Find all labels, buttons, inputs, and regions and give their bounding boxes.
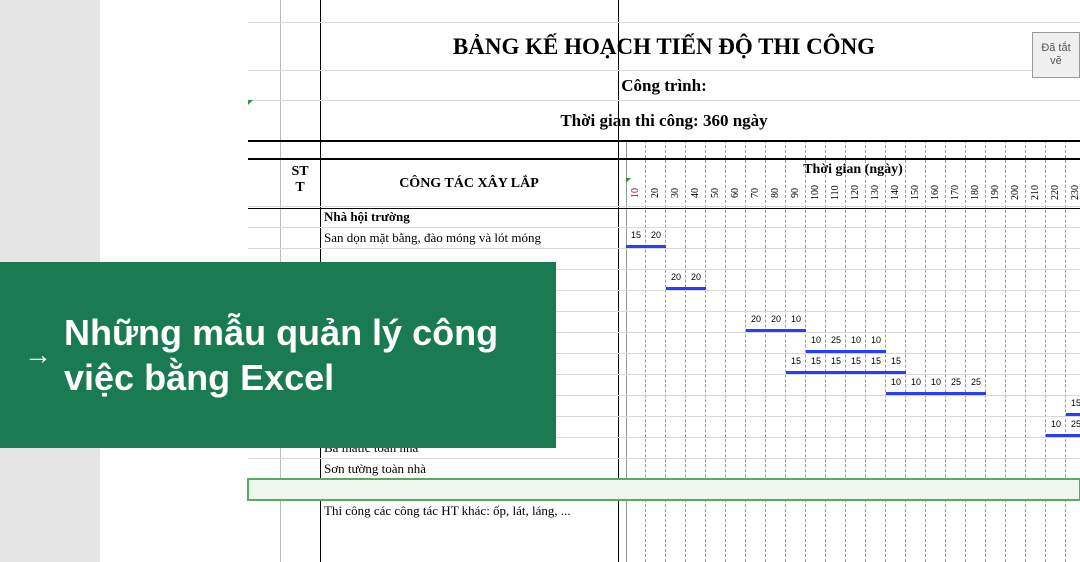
- table-row[interactable]: Nhà hội trường: [248, 206, 1080, 227]
- cell-marker-icon: [248, 100, 253, 105]
- duration-label: 25: [1066, 419, 1080, 429]
- duration-label: 10: [846, 335, 866, 345]
- time-tick: 170: [946, 180, 966, 206]
- duration-label: 15: [826, 356, 846, 366]
- duration-label: 20: [666, 272, 686, 282]
- table-row[interactable]: San dọn mặt bằng, đào móng và lót móng 15…: [248, 227, 1080, 248]
- time-tick: 20: [646, 180, 666, 206]
- duration-label: 20: [766, 314, 786, 324]
- table-row[interactable]: Thi công các công tác HT khác: ốp, lát, …: [248, 500, 1080, 521]
- time-tick: 80: [766, 180, 786, 206]
- time-tick: 70: [746, 180, 766, 206]
- duration-label: 10: [926, 377, 946, 387]
- time-tick: 100: [806, 180, 826, 206]
- arrow-right-icon: →: [24, 339, 52, 371]
- stage: 12345678910111213141516171819202122 BẢNG…: [0, 0, 1080, 562]
- task-name: San dọn mặt bằng, đào móng và lót móng: [324, 230, 616, 246]
- header-time-text: Thời gian (ngày): [803, 162, 903, 177]
- duration-label: 10: [1046, 419, 1066, 429]
- time-tick: 140: [886, 180, 906, 206]
- title-project-text: Công trình:: [621, 76, 706, 95]
- duration-label: 10: [866, 335, 886, 345]
- time-tick: 220: [1046, 180, 1066, 206]
- time-tick: 210: [1026, 180, 1046, 206]
- header-stt: ST T: [280, 164, 320, 208]
- duration-label: 15: [1066, 398, 1080, 408]
- rule-under-titles: [248, 140, 1080, 142]
- overlay-text: Những mẫu quản lý công việc bằng Excel: [64, 310, 556, 400]
- table-header-band: ST T CÔNG TÁC XÂY LẮP Thời gian (ngày) 1…: [248, 158, 1080, 209]
- time-tick: 150: [906, 180, 926, 206]
- time-tick: 40: [686, 180, 706, 206]
- toggle-draw-label: Đã tắt vẽ: [1041, 42, 1070, 68]
- time-tick: 50: [706, 180, 726, 206]
- time-tick: 30: [666, 180, 686, 206]
- time-tick: 190: [986, 180, 1006, 206]
- duration-label: 20: [746, 314, 766, 324]
- table-row[interactable]: Sơn tường toàn nhà55: [248, 458, 1080, 479]
- duration-label: 25: [946, 377, 966, 387]
- header-stt-text: ST T: [291, 164, 308, 195]
- duration-label: 10: [786, 314, 806, 324]
- header-task: CÔNG TÁC XÂY LẮP: [320, 160, 618, 208]
- duration-label: 15: [866, 356, 886, 366]
- duration-label: 25: [826, 335, 846, 345]
- duration-label: 15: [626, 230, 646, 240]
- header-time: Thời gian (ngày): [626, 162, 1080, 178]
- time-tick: 180: [966, 180, 986, 206]
- duration-label: 10: [806, 335, 826, 345]
- duration-label: 15: [806, 356, 826, 366]
- duration-label: 15: [886, 356, 906, 366]
- duration-label: 20: [646, 230, 666, 240]
- title-project: Công trình:: [248, 70, 1080, 100]
- duration-label: 15: [786, 356, 806, 366]
- time-tick: 200: [1006, 180, 1026, 206]
- cell-marker-icon: [626, 178, 631, 183]
- duration-label: 15: [846, 356, 866, 366]
- time-tick: 160: [926, 180, 946, 206]
- title-duration-text: Thời gian thi công: 360 ngày: [560, 111, 767, 130]
- selected-row-highlight: [248, 479, 1080, 500]
- title-duration: Thời gian thi công: 360 ngày: [248, 100, 1080, 140]
- duration-label: 25: [966, 377, 986, 387]
- header-task-text: CÔNG TÁC XÂY LẮP: [399, 176, 539, 192]
- task-name: Thi công các công tác HT khác: ốp, lát, …: [324, 503, 616, 519]
- time-tick: 10: [626, 180, 646, 206]
- time-tick: 110: [826, 180, 846, 206]
- title-main: BẢNG KẾ HOẠCH TIẾN ĐỘ THI CÔNG: [248, 22, 1080, 70]
- task-name: Sơn tường toàn nhà: [324, 461, 616, 477]
- toggle-draw-button[interactable]: Đã tắt vẽ: [1032, 32, 1080, 78]
- title-main-text: BẢNG KẾ HOẠCH TIẾN ĐỘ THI CÔNG: [453, 34, 875, 59]
- time-tick: 120: [846, 180, 866, 206]
- duration-label: 20: [686, 272, 706, 282]
- overlay-banner: → Những mẫu quản lý công việc bằng Excel: [0, 262, 556, 448]
- time-tick: 130: [866, 180, 886, 206]
- time-tick: 60: [726, 180, 746, 206]
- time-tick: 230: [1066, 180, 1080, 206]
- time-tick: 90: [786, 180, 806, 206]
- task-name: Nhà hội trường: [324, 209, 616, 225]
- duration-label: 10: [906, 377, 926, 387]
- duration-label: 10: [886, 377, 906, 387]
